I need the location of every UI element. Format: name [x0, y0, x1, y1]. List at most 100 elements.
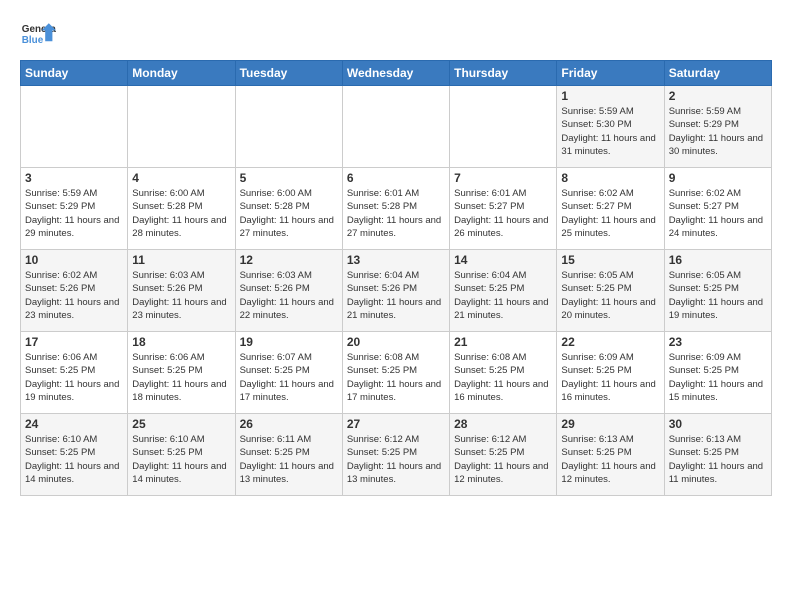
day-info: Sunrise: 6:13 AMSunset: 5:25 PMDaylight:… [669, 433, 767, 486]
day-info: Sunrise: 6:08 AMSunset: 5:25 PMDaylight:… [347, 351, 445, 404]
day-info: Sunrise: 6:04 AMSunset: 5:25 PMDaylight:… [454, 269, 552, 322]
day-number: 22 [561, 335, 659, 349]
calendar-cell [342, 86, 449, 168]
day-number: 2 [669, 89, 767, 103]
day-number: 14 [454, 253, 552, 267]
calendar-cell: 27 Sunrise: 6:12 AMSunset: 5:25 PMDayligh… [342, 414, 449, 496]
calendar-cell: 24 Sunrise: 6:10 AMSunset: 5:25 PMDayligh… [21, 414, 128, 496]
day-info: Sunrise: 6:11 AMSunset: 5:25 PMDaylight:… [240, 433, 338, 486]
day-info: Sunrise: 6:02 AMSunset: 5:27 PMDaylight:… [669, 187, 767, 240]
calendar-cell: 11 Sunrise: 6:03 AMSunset: 5:26 PMDayligh… [128, 250, 235, 332]
day-number: 28 [454, 417, 552, 431]
day-number: 15 [561, 253, 659, 267]
calendar-cell: 17 Sunrise: 6:06 AMSunset: 5:25 PMDayligh… [21, 332, 128, 414]
calendar-cell: 2 Sunrise: 5:59 AMSunset: 5:29 PMDaylight… [664, 86, 771, 168]
day-number: 8 [561, 171, 659, 185]
day-info: Sunrise: 6:06 AMSunset: 5:25 PMDaylight:… [132, 351, 230, 404]
day-number: 9 [669, 171, 767, 185]
day-number: 24 [25, 417, 123, 431]
logo: General Blue [20, 16, 56, 52]
calendar-cell: 29Sunrise: 6:13 AMSunset: 5:25 PMDayligh… [557, 414, 664, 496]
day-info: Sunrise: 6:10 AMSunset: 5:25 PMDaylight:… [25, 433, 123, 486]
weekday-header-saturday: Saturday [664, 61, 771, 86]
weekday-header-sunday: Sunday [21, 61, 128, 86]
day-info: Sunrise: 6:12 AMSunset: 5:25 PMDaylight:… [347, 433, 445, 486]
calendar-week-1: 1 Sunrise: 5:59 AMSunset: 5:30 PMDaylight… [21, 86, 772, 168]
calendar-cell: 18Sunrise: 6:06 AMSunset: 5:25 PMDayligh… [128, 332, 235, 414]
day-info: Sunrise: 6:02 AMSunset: 5:26 PMDaylight:… [25, 269, 123, 322]
calendar-cell: 1 Sunrise: 5:59 AMSunset: 5:30 PMDaylight… [557, 86, 664, 168]
day-number: 6 [347, 171, 445, 185]
calendar-cell: 21 Sunrise: 6:08 AMSunset: 5:25 PMDayligh… [450, 332, 557, 414]
calendar-table: SundayMondayTuesdayWednesdayThursdayFrid… [20, 60, 772, 496]
calendar-cell: 14 Sunrise: 6:04 AMSunset: 5:25 PMDayligh… [450, 250, 557, 332]
calendar-cell [21, 86, 128, 168]
day-info: Sunrise: 6:00 AMSunset: 5:28 PMDaylight:… [240, 187, 338, 240]
calendar-cell: 7 Sunrise: 6:01 AMSunset: 5:27 PMDaylight… [450, 168, 557, 250]
calendar-cell: 19 Sunrise: 6:07 AMSunset: 5:25 PMDayligh… [235, 332, 342, 414]
day-info: Sunrise: 6:00 AMSunset: 5:28 PMDaylight:… [132, 187, 230, 240]
day-number: 4 [132, 171, 230, 185]
weekday-header-tuesday: Tuesday [235, 61, 342, 86]
day-number: 10 [25, 253, 123, 267]
day-number: 5 [240, 171, 338, 185]
calendar-cell: 5 Sunrise: 6:00 AMSunset: 5:28 PMDaylight… [235, 168, 342, 250]
calendar-cell: 15Sunrise: 6:05 AMSunset: 5:25 PMDayligh… [557, 250, 664, 332]
calendar-cell: 25Sunrise: 6:10 AMSunset: 5:25 PMDayligh… [128, 414, 235, 496]
calendar-cell: 12 Sunrise: 6:03 AMSunset: 5:26 PMDayligh… [235, 250, 342, 332]
day-info: Sunrise: 5:59 AMSunset: 5:30 PMDaylight:… [561, 105, 659, 158]
day-number: 17 [25, 335, 123, 349]
day-number: 16 [669, 253, 767, 267]
calendar-body: 1 Sunrise: 5:59 AMSunset: 5:30 PMDaylight… [21, 86, 772, 496]
day-info: Sunrise: 6:05 AMSunset: 5:25 PMDaylight:… [669, 269, 767, 322]
calendar-week-2: 3 Sunrise: 5:59 AMSunset: 5:29 PMDaylight… [21, 168, 772, 250]
day-number: 23 [669, 335, 767, 349]
day-info: Sunrise: 6:03 AMSunset: 5:26 PMDaylight:… [240, 269, 338, 322]
day-number: 12 [240, 253, 338, 267]
day-number: 25 [132, 417, 230, 431]
calendar-cell: 16 Sunrise: 6:05 AMSunset: 5:25 PMDayligh… [664, 250, 771, 332]
day-info: Sunrise: 5:59 AMSunset: 5:29 PMDaylight:… [669, 105, 767, 158]
day-number: 21 [454, 335, 552, 349]
day-number: 30 [669, 417, 767, 431]
weekday-header-monday: Monday [128, 61, 235, 86]
calendar-cell: 10 Sunrise: 6:02 AMSunset: 5:26 PMDayligh… [21, 250, 128, 332]
day-number: 26 [240, 417, 338, 431]
day-info: Sunrise: 6:13 AMSunset: 5:25 PMDaylight:… [561, 433, 659, 486]
calendar-header-row: SundayMondayTuesdayWednesdayThursdayFrid… [21, 61, 772, 86]
calendar-cell: 13Sunrise: 6:04 AMSunset: 5:26 PMDayligh… [342, 250, 449, 332]
day-info: Sunrise: 6:06 AMSunset: 5:25 PMDaylight:… [25, 351, 123, 404]
day-info: Sunrise: 6:08 AMSunset: 5:25 PMDaylight:… [454, 351, 552, 404]
calendar-cell: 26 Sunrise: 6:11 AMSunset: 5:25 PMDayligh… [235, 414, 342, 496]
calendar-cell [450, 86, 557, 168]
day-info: Sunrise: 6:03 AMSunset: 5:26 PMDaylight:… [132, 269, 230, 322]
calendar-week-5: 24 Sunrise: 6:10 AMSunset: 5:25 PMDayligh… [21, 414, 772, 496]
day-info: Sunrise: 6:01 AMSunset: 5:28 PMDaylight:… [347, 187, 445, 240]
calendar-cell: 4 Sunrise: 6:00 AMSunset: 5:28 PMDaylight… [128, 168, 235, 250]
day-info: Sunrise: 5:59 AMSunset: 5:29 PMDaylight:… [25, 187, 123, 240]
logo-icon: General Blue [20, 16, 56, 52]
day-info: Sunrise: 6:09 AMSunset: 5:25 PMDaylight:… [669, 351, 767, 404]
calendar-cell: 23 Sunrise: 6:09 AMSunset: 5:25 PMDayligh… [664, 332, 771, 414]
day-info: Sunrise: 6:02 AMSunset: 5:27 PMDaylight:… [561, 187, 659, 240]
header: General Blue [20, 16, 772, 52]
calendar-cell: 9 Sunrise: 6:02 AMSunset: 5:27 PMDaylight… [664, 168, 771, 250]
day-number: 11 [132, 253, 230, 267]
calendar-cell: 8 Sunrise: 6:02 AMSunset: 5:27 PMDaylight… [557, 168, 664, 250]
day-number: 19 [240, 335, 338, 349]
calendar-cell [128, 86, 235, 168]
day-number: 7 [454, 171, 552, 185]
day-info: Sunrise: 6:01 AMSunset: 5:27 PMDaylight:… [454, 187, 552, 240]
day-info: Sunrise: 6:07 AMSunset: 5:25 PMDaylight:… [240, 351, 338, 404]
svg-text:Blue: Blue [22, 35, 44, 46]
calendar-cell: 20 Sunrise: 6:08 AMSunset: 5:25 PMDayligh… [342, 332, 449, 414]
day-info: Sunrise: 6:09 AMSunset: 5:25 PMDaylight:… [561, 351, 659, 404]
day-number: 3 [25, 171, 123, 185]
day-info: Sunrise: 6:12 AMSunset: 5:25 PMDaylight:… [454, 433, 552, 486]
calendar-week-4: 17 Sunrise: 6:06 AMSunset: 5:25 PMDayligh… [21, 332, 772, 414]
weekday-header-wednesday: Wednesday [342, 61, 449, 86]
day-number: 1 [561, 89, 659, 103]
day-number: 27 [347, 417, 445, 431]
calendar-cell [235, 86, 342, 168]
day-number: 20 [347, 335, 445, 349]
